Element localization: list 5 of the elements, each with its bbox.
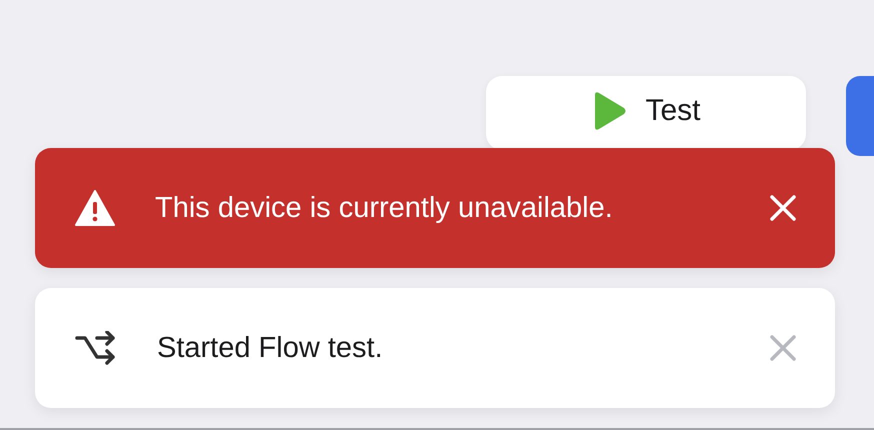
toast-message: Started Flow test. <box>157 332 384 364</box>
toast-message: This device is currently unavailable. <box>155 192 614 224</box>
split-arrows-icon <box>75 331 117 365</box>
test-button[interactable]: Test <box>486 76 806 150</box>
warning-icon <box>75 190 115 226</box>
